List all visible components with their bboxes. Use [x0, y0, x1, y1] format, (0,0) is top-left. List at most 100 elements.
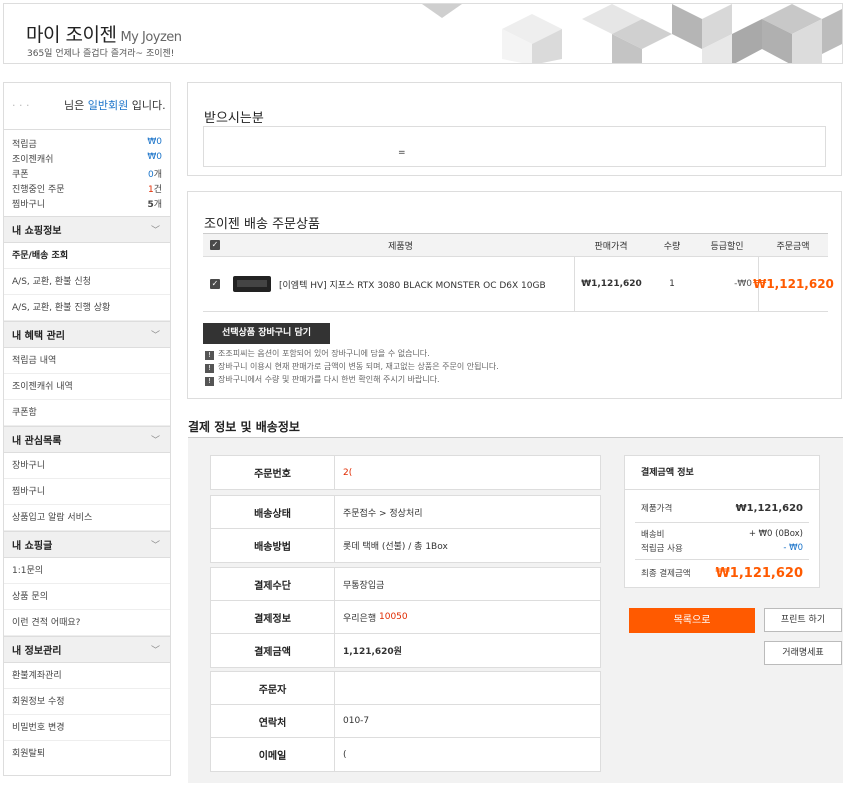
orderer-email: (	[343, 749, 347, 760]
order-items-title: 조이젠 배송 주문상품	[204, 217, 320, 232]
sidebar-item-edit-profile[interactable]: 회원정보 수정	[4, 689, 170, 715]
chevron-down-icon: ﹀	[150, 436, 160, 446]
sidebar-item-build-quote[interactable]: 이런 견적 어때요?	[4, 610, 170, 636]
shipping-status: 주문접수 > 정상처리	[343, 508, 423, 519]
info-row: 주문번호 2(	[211, 456, 600, 489]
sidebar-item-refund-account[interactable]: 환불계좌관리	[4, 663, 170, 689]
section-interests[interactable]: 내 관심목록 ﹀	[4, 426, 170, 453]
stat-coupon[interactable]: 쿠폰 0개	[12, 167, 162, 182]
summary-final: 최종 결제금액 ₩1,121,620	[641, 565, 803, 581]
col-price: 판매가격	[594, 241, 628, 252]
chevron-down-icon: ﹀	[150, 226, 160, 236]
item-checkbox[interactable]: ✓	[203, 257, 227, 311]
sidebar-item-cart[interactable]: 장바구니	[4, 453, 170, 479]
exclamation-icon: !	[205, 351, 214, 360]
info-row: 결제금액 1,121,620원	[211, 634, 600, 667]
chevron-down-icon: ﹀	[150, 331, 160, 341]
item-qty: 1	[669, 279, 675, 289]
print-button[interactable]: 프린트 하기	[764, 608, 842, 632]
statement-button[interactable]: 거래명세표	[764, 641, 842, 665]
order-items-panel: 조이젠 배송 주문상품 ✓ 제품명 판매가격 수량 등급할인 주문금액 ✓ [이…	[187, 191, 842, 399]
exclamation-icon: !	[205, 364, 214, 373]
sidebar-item-inquiry[interactable]: 1:1문의	[4, 558, 170, 584]
section-benefits[interactable]: 내 혜택 관리 ﹀	[4, 321, 170, 348]
payment-amount: 1,121,620원	[343, 647, 402, 657]
sidebar-item-coupons[interactable]: 쿠폰함	[4, 400, 170, 426]
sidebar-item-points-history[interactable]: 적립금 내역	[4, 348, 170, 374]
stat-wishlist[interactable]: 찜바구니 5개	[12, 197, 162, 212]
select-all-checkbox[interactable]: ✓	[203, 234, 227, 256]
recipient-panel: 받으시는분 =	[187, 82, 842, 176]
product-name[interactable]: [이엠텍 HV] 지포스 RTX 3080 BLACK MONSTER OC D…	[277, 257, 574, 311]
info-row: 배송상태 주문접수 > 정상처리	[211, 496, 600, 529]
col-discount: 등급할인	[710, 241, 744, 252]
chevron-down-icon: ﹀	[150, 541, 160, 551]
divider	[635, 522, 809, 523]
orderer-info-box: 주문자 연락처 010-7 이메일(	[210, 671, 601, 772]
stat-cash[interactable]: 조이젠캐쉬 ₩0	[12, 152, 162, 167]
order-number: 2(	[343, 467, 353, 478]
order-number-box: 주문번호 2(	[210, 455, 601, 490]
member-grade[interactable]: 일반회원	[88, 99, 128, 112]
recipient-box: =	[203, 126, 826, 167]
page-subtitle: 365일 언제나 즐겁다 즐겨라~ 조이젠!	[27, 49, 175, 59]
sidebar-item-withdraw[interactable]: 회원탈퇴	[4, 741, 170, 767]
section-shopping-info[interactable]: 내 쇼핑정보 ﹀	[4, 216, 170, 243]
info-row: 주문자	[211, 672, 600, 705]
info-row: 연락처 010-7	[211, 705, 600, 738]
stat-points[interactable]: 적립금 ₩0	[12, 137, 162, 152]
payment-summary: 결제금액 정보 제품가격 ₩1,121,620 배송비 + ₩0 (0Box) 적립…	[624, 455, 820, 588]
chevron-down-icon: ﹀	[150, 646, 160, 656]
stat-orders[interactable]: 진행중인 주문 1건	[12, 182, 162, 197]
recipient-value: =	[398, 148, 406, 158]
check-icon: ✓	[210, 279, 220, 289]
info-row: 배송방법 롯데 택배 (선불) / 총 1Box	[211, 529, 600, 562]
user-name-masked: · · ·	[12, 99, 30, 112]
recipient-title: 받으시는분	[204, 111, 264, 126]
col-product: 제품명	[388, 241, 413, 252]
shipping-info-box: 배송상태 주문접수 > 정상처리 배송방법 롯데 택배 (선불) / 총 1Box	[210, 495, 601, 563]
info-row: 이메일(	[211, 738, 600, 771]
section-posts[interactable]: 내 쇼핑글 ﹀	[4, 531, 170, 558]
summary-title: 결제금액 정보	[625, 456, 819, 490]
order-table-header: ✓ 제품명 판매가격 수량 등급할인 주문금액	[203, 233, 828, 257]
orderer-phone: 010-7	[343, 716, 370, 726]
sidebar-item-product-qna[interactable]: 상품 문의	[4, 584, 170, 610]
shipping-method: 롯데 택배 (선불) / 총 1Box	[343, 542, 448, 552]
sidebar-item-as-request[interactable]: A/S, 교환, 환불 신청	[4, 269, 170, 295]
bank-account: 10050	[379, 612, 408, 622]
item-discount: -₩0	[734, 279, 752, 289]
col-qty: 수량	[663, 241, 681, 252]
section-account[interactable]: 내 정보관리 ﹀	[4, 636, 170, 663]
check-icon: ✓	[210, 240, 220, 250]
back-to-list-button[interactable]: 목록으로	[629, 608, 755, 633]
bank-name: 우리은행	[343, 613, 377, 624]
sidebar-item-restock-alert[interactable]: 상품입고 알람 서비스	[4, 505, 170, 531]
page-title-en: My Joyzen	[120, 30, 182, 45]
final-amount: ₩1,121,620	[715, 565, 803, 581]
gpu-image-icon	[233, 276, 271, 292]
sidebar-item-wishlist[interactable]: 찜바구니	[4, 479, 170, 505]
sidebar-item-cash-history[interactable]: 조이젠캐쉬 내역	[4, 374, 170, 400]
sidebar: · · · 님은 일반회원 입니다. 적립금 ₩0 조이젠캐쉬 ₩0 쿠폰 0개 진행중…	[3, 82, 171, 776]
header-cube-decoration	[422, 4, 842, 63]
product-thumbnail[interactable]	[227, 257, 277, 311]
sidebar-item-order-tracking[interactable]: 주문/배송 조회	[4, 243, 170, 269]
summary-product-price: 제품가격 ₩1,121,620	[641, 502, 803, 515]
item-total: ₩1,121,620	[753, 257, 834, 311]
item-price: ₩1,121,620	[574, 257, 648, 311]
user-greeting: · · · 님은 일반회원 입니다.	[4, 83, 170, 130]
summary-shipping: 배송비 + ₩0 (0Box)	[641, 529, 803, 540]
note-line: ! 장바구니에서 수량 및 판매가를 다시 한번 확인해 주시기 바랍니다.	[205, 373, 499, 386]
sidebar-item-as-status[interactable]: A/S, 교환, 환불 진행 상황	[4, 295, 170, 321]
payment-method: 무통장입금	[343, 580, 385, 591]
info-row: 결제수단 무통장입금	[211, 568, 600, 601]
payment-area: 주문번호 2( 배송상태 주문접수 > 정상처리 배송방법 롯데 택배 (선불) / …	[188, 437, 843, 783]
info-row: 결제정보 우리은행 10050	[211, 601, 600, 634]
payment-info-box: 결제수단 무통장입금 결제정보 우리은행 10050 결제금액 1,121,620원	[210, 567, 601, 668]
add-to-cart-button[interactable]: 선택상품 장바구니 담기	[203, 323, 330, 344]
order-notes: ! 조조피씨는 옵션이 포함되어 있어 장바구니에 담을 수 없습니다. ! 장바구…	[205, 347, 499, 386]
exclamation-icon: !	[205, 377, 214, 386]
sidebar-item-change-password[interactable]: 비밀번호 변경	[4, 715, 170, 741]
table-row: ✓ [이엠텍 HV] 지포스 RTX 3080 BLACK MONSTER OC…	[203, 257, 834, 312]
